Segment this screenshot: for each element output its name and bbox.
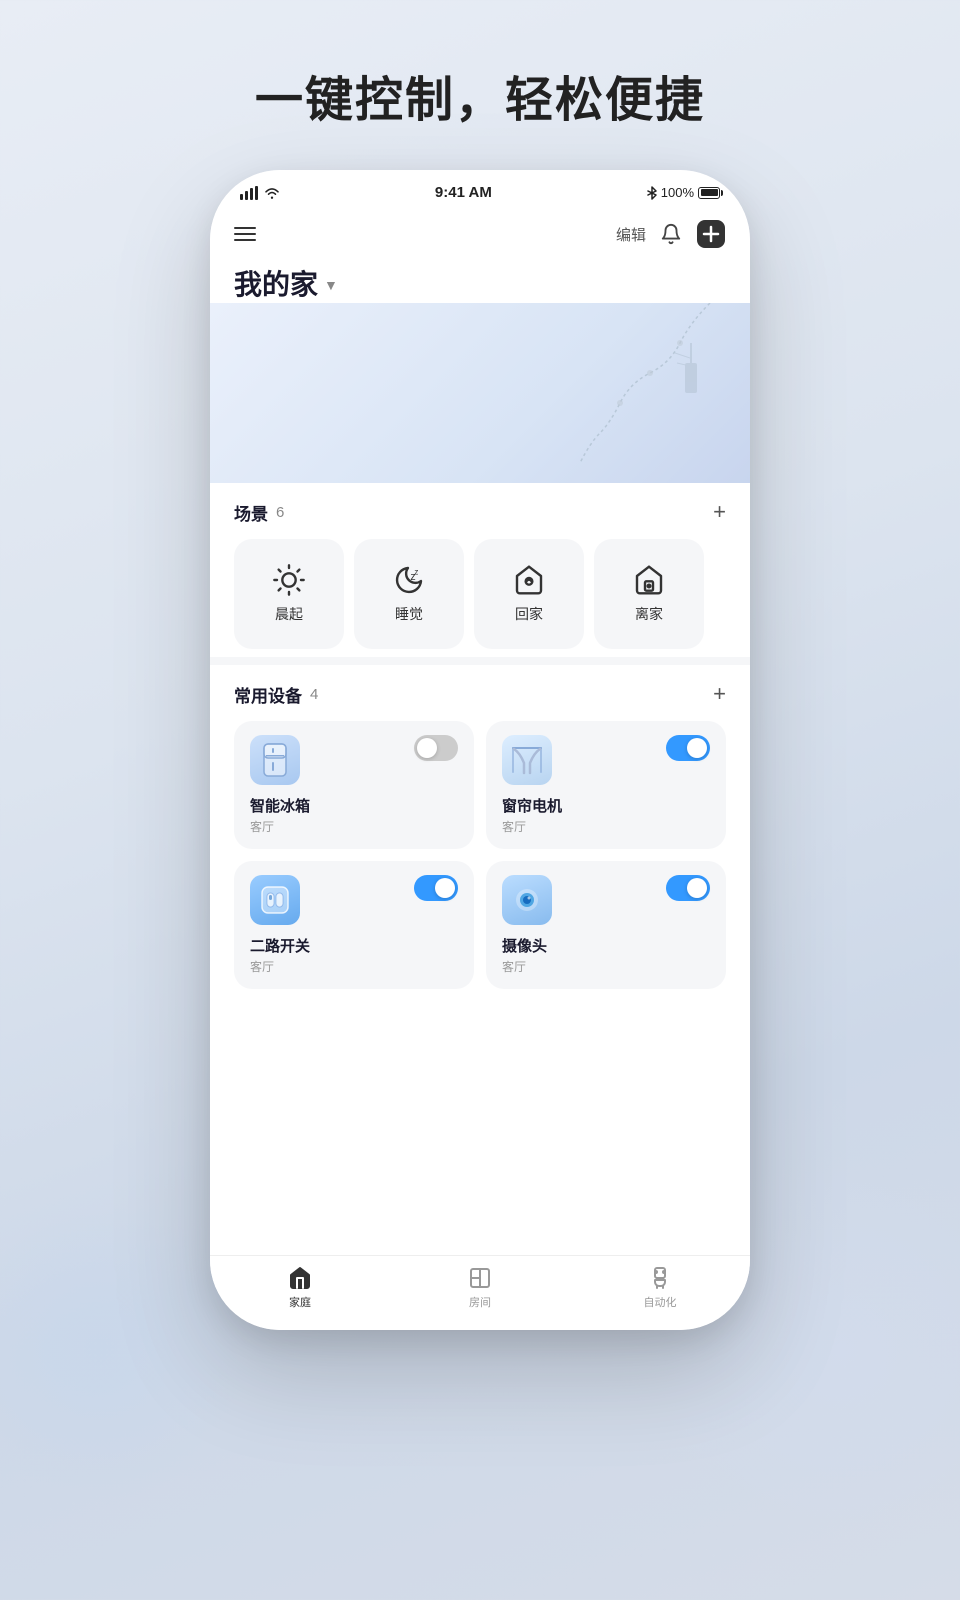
camera-name: 摄像头 — [502, 935, 710, 956]
scenes-title-text: 场景 — [234, 500, 268, 525]
device-fridge-top — [250, 735, 458, 785]
device-card-fridge[interactable]: 智能冰箱 客厅 — [234, 721, 474, 849]
nav-item-home[interactable]: 家庭 — [210, 1266, 390, 1310]
bottom-nav: 家庭 房间 — [210, 1255, 750, 1330]
fridge-room: 客厅 — [250, 818, 458, 835]
scene-card-sleep[interactable]: z z 睡觉 — [354, 539, 464, 649]
menu-button[interactable] — [234, 227, 256, 241]
scenes-count: 6 — [276, 504, 284, 521]
battery-percentage: 100% — [661, 185, 694, 200]
scenes-add-button[interactable]: + — [713, 499, 726, 525]
devices-title-text: 常用设备 — [234, 682, 302, 707]
nav-home-icon — [288, 1266, 312, 1290]
device-curtain-top — [502, 735, 710, 785]
scene-sleep-icon: z z — [393, 564, 425, 596]
devices-title: 常用设备 4 — [234, 682, 318, 707]
curtain-toggle[interactable] — [666, 735, 710, 761]
wifi-icon — [264, 187, 280, 199]
phone-mockup: 9:41 AM 100% — [210, 170, 750, 1330]
title-dropdown-arrow: ▼ — [324, 277, 338, 293]
hero-decoration — [530, 303, 730, 483]
camera-icon — [502, 875, 552, 925]
switch-room: 客厅 — [250, 958, 458, 975]
nav-home-label: 家庭 — [289, 1294, 311, 1310]
curtain-icon — [502, 735, 552, 785]
menu-line-2 — [234, 233, 256, 235]
curtain-name: 窗帘电机 — [502, 795, 710, 816]
device-card-camera[interactable]: 摄像头 客厅 — [486, 861, 726, 989]
bluetooth-icon — [647, 186, 657, 200]
fridge-icon — [250, 735, 300, 785]
curtain-toggle-knob — [687, 738, 707, 758]
scene-card-home[interactable]: 回家 — [474, 539, 584, 649]
nav-room-label: 房间 — [469, 1294, 491, 1310]
scene-card-morning[interactable]: 晨起 — [234, 539, 344, 649]
devices-count: 4 — [310, 686, 318, 703]
devices-header: 常用设备 4 + — [234, 681, 726, 707]
nav-automation-icon — [648, 1266, 672, 1290]
signal-icon — [240, 186, 258, 200]
camera-toggle[interactable] — [666, 875, 710, 901]
switch-icon — [250, 875, 300, 925]
battery-icon — [698, 187, 720, 199]
top-bar-actions: 编辑 — [616, 219, 726, 249]
nav-room-icon — [468, 1266, 492, 1290]
status-left — [240, 186, 280, 200]
scene-sleep-label: 睡觉 — [395, 604, 423, 624]
status-time: 9:41 AM — [435, 184, 492, 201]
scene-home-label: 回家 — [515, 604, 543, 624]
status-right: 100% — [647, 185, 720, 200]
hero-banner — [210, 303, 750, 483]
phone-screen: 9:41 AM 100% — [210, 170, 750, 1330]
scenes-section: 场景 6 + — [210, 483, 750, 657]
menu-line-1 — [234, 227, 256, 229]
home-title-text: 我的家 — [234, 263, 318, 303]
switch-name: 二路开关 — [250, 935, 458, 956]
nav-item-room[interactable]: 房间 — [390, 1266, 570, 1310]
fridge-toggle[interactable] — [414, 735, 458, 761]
page-headline: 一键控制，轻松便捷 — [255, 60, 705, 130]
camera-toggle-knob — [687, 878, 707, 898]
scenes-title: 场景 6 — [234, 500, 284, 525]
scene-home-icon — [513, 564, 545, 596]
top-bar: 编辑 — [210, 209, 750, 257]
bell-button[interactable] — [660, 223, 682, 245]
device-card-curtain[interactable]: 窗帘电机 客厅 — [486, 721, 726, 849]
scenes-header: 场景 6 + — [234, 499, 726, 525]
nav-automation-label: 自动化 — [644, 1294, 677, 1310]
switch-toggle-knob — [435, 878, 455, 898]
switch-toggle[interactable] — [414, 875, 458, 901]
scene-morning-icon — [273, 564, 305, 596]
nav-item-automation[interactable]: 自动化 — [570, 1266, 750, 1310]
devices-section: 常用设备 4 + — [210, 665, 750, 1255]
scene-cards-container: 晨起 z z 睡觉 — [234, 539, 726, 649]
device-camera-top — [502, 875, 710, 925]
devices-add-button[interactable]: + — [713, 681, 726, 707]
curtain-room: 客厅 — [502, 818, 710, 835]
scene-card-away[interactable]: 离家 — [594, 539, 704, 649]
home-title-area: 我的家 ▼ — [210, 257, 750, 303]
device-switch-top — [250, 875, 458, 925]
scene-away-icon — [633, 564, 665, 596]
status-bar: 9:41 AM 100% — [210, 170, 750, 209]
menu-line-3 — [234, 239, 256, 241]
scene-away-label: 离家 — [635, 604, 663, 624]
device-card-switch[interactable]: 二路开关 客厅 — [234, 861, 474, 989]
device-grid: 智能冰箱 客厅 — [234, 721, 726, 989]
fridge-name: 智能冰箱 — [250, 795, 458, 816]
edit-button[interactable]: 编辑 — [616, 224, 646, 245]
camera-room: 客厅 — [502, 958, 710, 975]
scene-morning-label: 晨起 — [275, 604, 303, 624]
svg-text:z: z — [414, 568, 418, 577]
home-title[interactable]: 我的家 ▼ — [234, 263, 726, 303]
add-button[interactable] — [696, 219, 726, 249]
fridge-toggle-knob — [417, 738, 437, 758]
